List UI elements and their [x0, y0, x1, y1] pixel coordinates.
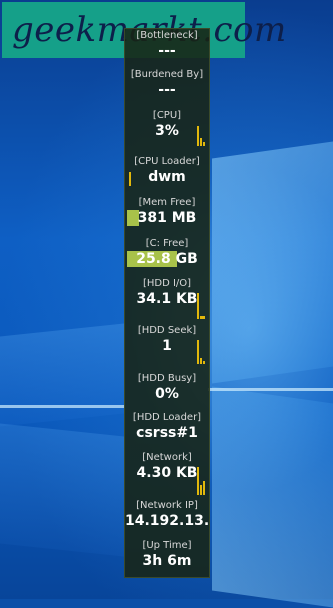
cpu-label: [CPU]: [152, 110, 182, 121]
bottleneck-item: [Bottleneck] ---: [125, 29, 209, 60]
hdd-seek-graph: [197, 338, 207, 364]
hdd-io-graph: [197, 291, 207, 319]
burdened-by-value: ---: [158, 82, 176, 98]
hdd-io-item: [HDD I/O] 34.1 KB: [125, 277, 209, 319]
cpu-graph: [197, 122, 207, 146]
hdd-loader-item: [HDD Loader] csrss#1: [125, 411, 209, 442]
uptime-item: [Up Time] 3h 6m: [125, 539, 209, 570]
system-monitor-gadget[interactable]: [Bottleneck] --- [Burdened By] --- [CPU]…: [124, 28, 210, 578]
burdened-by-label: [Burdened By]: [130, 69, 204, 80]
network-label: [Network]: [142, 452, 192, 463]
wallpaper-light-beam: [208, 388, 333, 391]
hdd-loader-value: csrss#1: [136, 425, 198, 441]
hdd-seek-item: [HDD Seek] 1: [125, 324, 209, 364]
mem-free-item: [Mem Free] 381 MB: [125, 196, 209, 227]
mem-free-text: 381 MB: [137, 210, 197, 226]
c-free-label: [C: Free]: [145, 238, 189, 249]
network-ip-label: [Network IP]: [136, 500, 198, 511]
wallpaper-light-pane: [212, 386, 333, 608]
uptime-label: [Up Time]: [142, 540, 192, 551]
cpu-loader-value: dwm: [148, 169, 186, 185]
hdd-busy-item: [HDD Busy] 0%: [125, 372, 209, 403]
bottleneck-value: ---: [158, 43, 176, 59]
wallpaper-light-pane: [212, 141, 333, 384]
hdd-busy-label: [HDD Busy]: [137, 373, 197, 384]
cpu-loader-item: [CPU Loader] dwm: [125, 155, 209, 186]
wallpaper-light-pane: [0, 423, 124, 557]
cpu-loader-label: [CPU Loader]: [134, 156, 200, 167]
hdd-seek-label: [HDD Seek]: [137, 325, 197, 336]
mem-free-value: 381 MB: [125, 209, 209, 227]
network-graph: [197, 465, 207, 495]
hdd-busy-value: 0%: [155, 386, 179, 402]
wallpaper-light-beam: [0, 405, 124, 408]
c-free-value: 25.8 GB: [125, 250, 209, 268]
mem-free-label: [Mem Free]: [138, 197, 196, 208]
hdd-io-label: [HDD I/O]: [142, 278, 192, 289]
uptime-value: 3h 6m: [142, 553, 192, 569]
c-free-text: 25.8 GB: [136, 251, 198, 267]
hdd-loader-label: [HDD Loader]: [132, 412, 202, 423]
burdened-by-item: [Burdened By] ---: [125, 68, 209, 99]
network-ip-value: 14.192.13.: [125, 513, 210, 529]
network-item: [Network] 4.30 KB: [125, 451, 209, 495]
cpu-item: [CPU] 3%: [125, 109, 209, 146]
network-ip-item: [Network IP] 14.192.13.: [125, 499, 209, 530]
c-free-item: [C: Free] 25.8 GB: [125, 237, 209, 268]
bottleneck-label: [Bottleneck]: [136, 30, 198, 41]
wallpaper-light-pane: [0, 323, 124, 427]
